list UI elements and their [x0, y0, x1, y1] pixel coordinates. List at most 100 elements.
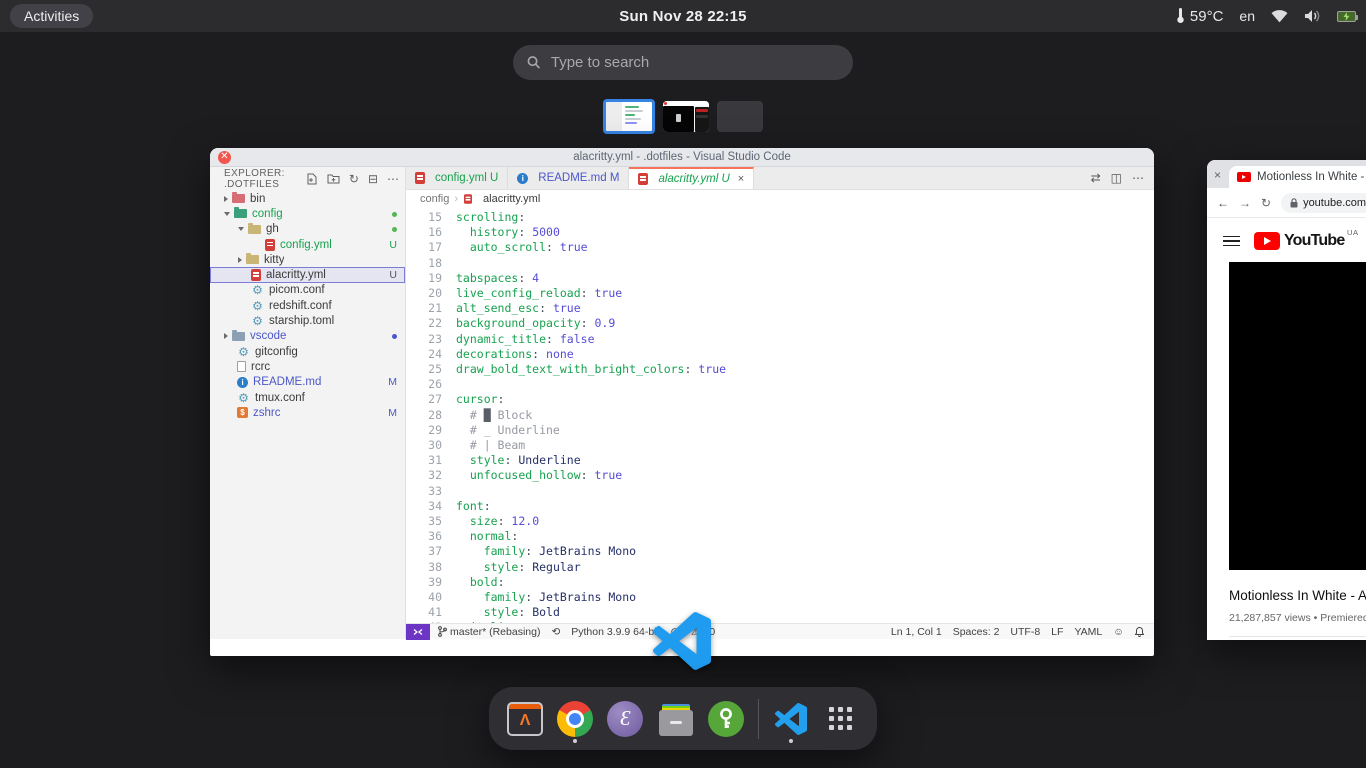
tree-item-config[interactable]: config	[210, 206, 405, 221]
code-line[interactable]: # █ Block	[456, 408, 1154, 423]
code-line[interactable]: # _ Underline	[456, 423, 1154, 438]
tree-item-config-yml[interactable]: config.ymlU	[210, 237, 405, 252]
tree-item-README-md[interactable]: iREADME.mdM	[210, 375, 405, 390]
dock-item-files[interactable]	[657, 696, 693, 742]
remote-indicator[interactable]	[406, 624, 430, 640]
vscode-titlebar[interactable]: ✕ alacritty.yml - .dotfiles - Visual Stu…	[210, 148, 1154, 167]
code-line[interactable]: history: 5000	[456, 225, 1154, 240]
tree-item-zshrc[interactable]: $zshrcM	[210, 405, 405, 420]
new-file-icon[interactable]	[306, 173, 318, 185]
forward-icon[interactable]: →	[1239, 196, 1251, 210]
tree-item-gh[interactable]: gh	[210, 222, 405, 237]
dock-item-alacritty[interactable]: Λ	[507, 696, 543, 742]
address-bar[interactable]: youtube.com/wa	[1281, 193, 1366, 213]
code-line[interactable]: draw_bold_text_with_bright_colors: true	[456, 362, 1154, 377]
overview-search[interactable]	[513, 45, 853, 80]
split-editor-icon[interactable]: ◫	[1111, 171, 1122, 185]
code-line[interactable]: scrolling:	[456, 210, 1154, 225]
collapse-folders-icon[interactable]: ⊟	[368, 172, 378, 186]
code-line[interactable]: dynamic_title: false	[456, 332, 1154, 347]
editor-tab-alacritty-yml[interactable]: alacritty.yml U×	[629, 167, 754, 189]
python-interpreter[interactable]: Python 3.9.9 64-bit	[571, 626, 659, 638]
code-line[interactable]: alt_send_esc: true	[456, 301, 1154, 316]
tree-item-gitconfig[interactable]: ⚙gitconfig	[210, 344, 405, 359]
code-line[interactable]: unfocused_hollow: true	[456, 468, 1154, 483]
dock-item-app-grid[interactable]	[823, 696, 859, 742]
token: font	[456, 499, 484, 513]
clock[interactable]: Sun Nov 28 22:15	[619, 0, 746, 32]
tab-close-icon[interactable]: ×	[738, 173, 744, 185]
chrome-active-tab[interactable]: Motionless In White - A	[1229, 166, 1366, 188]
tree-item-tmux-conf[interactable]: ⚙tmux.conf	[210, 390, 405, 405]
tree-item-starship-toml[interactable]: ⚙starship.toml	[210, 313, 405, 328]
refresh-icon[interactable]: ↻	[349, 172, 359, 186]
back-icon[interactable]: ←	[1217, 196, 1229, 210]
close-icon[interactable]: ✕	[218, 151, 231, 164]
more-actions-icon[interactable]: ⋯	[1132, 171, 1144, 185]
tree-item-picom-conf[interactable]: ⚙picom.conf	[210, 283, 405, 298]
workspace-thumbnail-2[interactable]	[663, 101, 709, 132]
dock-item-emacs[interactable]: Ɛ	[607, 696, 643, 742]
code-line[interactable]: # | Beam	[456, 438, 1154, 453]
search-input[interactable]	[551, 54, 839, 71]
code-lines[interactable]: scrolling: history: 5000 auto_scroll: tr…	[442, 210, 1154, 623]
breadcrumb[interactable]: config › alacritty.yml	[406, 190, 1154, 207]
code-line[interactable]	[456, 484, 1154, 499]
cursor-position[interactable]: Ln 1, Col 1	[891, 626, 942, 638]
menu-icon[interactable]	[1223, 236, 1240, 247]
tree-item-vscode[interactable]: vscode	[210, 329, 405, 344]
code-line[interactable]: font:	[456, 499, 1154, 514]
activities-button[interactable]: Activities	[10, 4, 93, 28]
reload-icon[interactable]: ↻	[1261, 196, 1271, 210]
indentation[interactable]: Spaces: 2	[953, 626, 1000, 638]
dock-item-chrome[interactable]	[557, 696, 593, 742]
tree-item-rcrc[interactable]: rcrc	[210, 359, 405, 374]
tree-item-bin[interactable]: bin	[210, 191, 405, 206]
workspace-thumbnail-3[interactable]	[717, 101, 763, 132]
code-line[interactable]	[456, 256, 1154, 271]
breadcrumb-file[interactable]: alacritty.yml	[483, 193, 540, 205]
tree-item-redshift-conf[interactable]: ⚙redshift.conf	[210, 298, 405, 313]
workspace-thumbnail-1[interactable]	[603, 99, 655, 134]
code-line[interactable]: cursor:	[456, 392, 1154, 407]
code-line[interactable]: decorations: none	[456, 347, 1154, 362]
language-mode[interactable]: YAML	[1074, 626, 1102, 638]
code-line[interactable]: live_config_reload: true	[456, 286, 1154, 301]
code-line[interactable]: tabspaces: 4	[456, 271, 1154, 286]
code-line[interactable]: bold:	[456, 575, 1154, 590]
dock-item-keys[interactable]	[708, 696, 744, 742]
sync-icon[interactable]: ⟲	[551, 626, 560, 638]
video-player[interactable]	[1229, 262, 1366, 570]
code-line[interactable]: normal:	[456, 529, 1154, 544]
dock-item-vscode[interactable]	[773, 696, 809, 742]
encoding[interactable]: UTF-8	[1010, 626, 1040, 638]
keyboard-layout[interactable]: en	[1239, 8, 1255, 24]
feedback-icon[interactable]: ☺	[1113, 626, 1124, 638]
code-line[interactable]: style: Bold	[456, 605, 1154, 620]
system-tray[interactable]: 59°C en	[1175, 8, 1356, 25]
notifications-bell-icon[interactable]	[1135, 627, 1144, 637]
code-line[interactable]: auto_scroll: true	[456, 240, 1154, 255]
editor-tab-README-md[interactable]: iREADME.md M	[508, 167, 629, 189]
code-editor[interactable]: 1516171819202122232425262728293031323334…	[406, 207, 1154, 623]
more-actions-icon[interactable]: ⋯	[387, 172, 399, 186]
code-line[interactable]	[456, 377, 1154, 392]
token: :	[511, 529, 518, 543]
previous-tab-close-icon[interactable]: ×	[1214, 168, 1221, 182]
code-line[interactable]: size: 12.0	[456, 514, 1154, 529]
eol-sequence[interactable]: LF	[1051, 626, 1063, 638]
code-line[interactable]: family: JetBrains Mono	[456, 590, 1154, 605]
vscode-app-icon[interactable]	[653, 612, 711, 670]
code-line[interactable]: style: Underline	[456, 453, 1154, 468]
editor-tab-config-yml[interactable]: config.yml U	[406, 167, 508, 189]
code-line[interactable]: background_opacity: 0.9	[456, 316, 1154, 331]
youtube-logo[interactable]: YouTube UA	[1254, 232, 1344, 250]
tree-item-kitty[interactable]: kitty	[210, 252, 405, 267]
tree-item-alacritty-yml[interactable]: alacritty.ymlU	[210, 267, 405, 282]
git-branch-status[interactable]: master* (Rebasing)	[438, 626, 540, 638]
new-folder-icon[interactable]	[327, 173, 340, 185]
code-line[interactable]: style: Regular	[456, 560, 1154, 575]
breadcrumb-folder[interactable]: config	[420, 193, 449, 205]
code-line[interactable]: family: JetBrains Mono	[456, 544, 1154, 559]
open-changes-icon[interactable]: ⇄	[1091, 171, 1101, 185]
